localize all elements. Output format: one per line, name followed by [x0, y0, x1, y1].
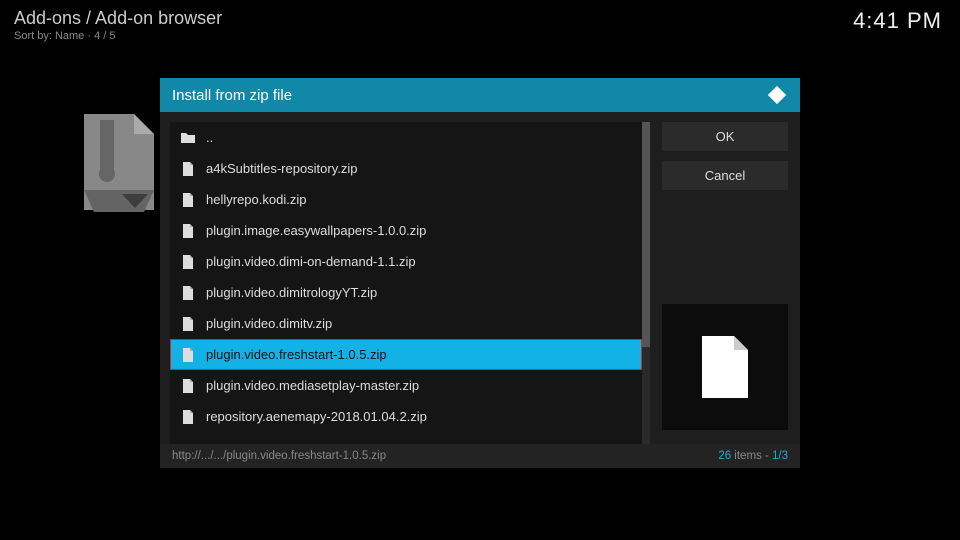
scrollbar[interactable] — [642, 122, 650, 444]
file-label: .. — [206, 130, 213, 145]
file-row[interactable]: plugin.video.mediasetplay-master.zip — [170, 370, 642, 401]
file-icon — [180, 347, 196, 363]
file-icon — [180, 161, 196, 177]
dialog-right-pane: OK Cancel — [650, 112, 800, 444]
file-list-pane: .. a4kSubtitles-repository.zip hellyrepo.k… — [170, 122, 650, 444]
dialog-body: .. a4kSubtitles-repository.zip hellyrepo.k… — [160, 112, 800, 444]
app-header: Add-ons / Add-on browser Sort by: Name ·… — [14, 8, 222, 42]
breadcrumb: Add-ons / Add-on browser — [14, 8, 222, 29]
file-row[interactable]: plugin.video.dimi-on-demand-1.1.zip — [170, 246, 642, 277]
file-preview — [662, 304, 788, 430]
parent-folder-row[interactable]: .. — [170, 122, 642, 153]
scrollbar-thumb[interactable] — [642, 122, 650, 347]
clock: 4:41 PM — [853, 8, 942, 34]
cancel-button[interactable]: Cancel — [662, 161, 788, 190]
file-row[interactable]: plugin.video.dimitrologyYT.zip — [170, 277, 642, 308]
status-count: 26 — [718, 450, 731, 462]
file-row[interactable]: plugin.image.easywallpapers-1.0.0.zip — [170, 215, 642, 246]
file-label: plugin.video.dimi-on-demand-1.1.zip — [206, 254, 416, 269]
zip-background-icon — [82, 112, 156, 212]
file-label: plugin.image.easywallpapers-1.0.0.zip — [206, 223, 426, 238]
file-list: .. a4kSubtitles-repository.zip hellyrepo.k… — [170, 122, 642, 432]
file-row[interactable]: a4kSubtitles-repository.zip — [170, 153, 642, 184]
file-row[interactable]: repository.aenemapy-2018.01.04.2.zip — [170, 401, 642, 432]
status-items-label: items - — [731, 450, 772, 462]
kodi-logo-icon — [766, 84, 788, 106]
file-label: hellyrepo.kodi.zip — [206, 192, 306, 207]
sort-info: Sort by: Name · 4 / 5 — [14, 30, 222, 42]
file-icon — [180, 285, 196, 301]
status-count-area: 26 items - 1/3 — [718, 450, 788, 462]
status-page: 1/3 — [772, 450, 788, 462]
file-label: plugin.video.freshstart-1.0.5.zip — [206, 347, 387, 362]
file-label: plugin.video.mediasetplay-master.zip — [206, 378, 419, 393]
status-bar: http://.../.../plugin.video.freshstart-1… — [160, 444, 800, 468]
file-label: plugin.video.dimitrologyYT.zip — [206, 285, 377, 300]
file-icon — [180, 409, 196, 425]
ok-button[interactable]: OK — [662, 122, 788, 151]
dialog-title: Install from zip file — [172, 87, 292, 104]
file-row[interactable]: plugin.video.dimitv.zip — [170, 308, 642, 339]
file-icon — [180, 254, 196, 270]
file-row[interactable]: plugin.video.freshstart-1.0.5.zip — [170, 339, 642, 370]
file-icon — [180, 316, 196, 332]
file-icon — [180, 192, 196, 208]
file-preview-icon — [698, 334, 752, 400]
file-row[interactable]: hellyrepo.kodi.zip — [170, 184, 642, 215]
folder-icon — [180, 130, 196, 146]
file-label: plugin.video.dimitv.zip — [206, 316, 332, 331]
file-label: a4kSubtitles-repository.zip — [206, 161, 358, 176]
file-icon — [180, 223, 196, 239]
file-label: repository.aenemapy-2018.01.04.2.zip — [206, 409, 427, 424]
install-zip-dialog: Install from zip file .. a4kSubtitles-rep… — [160, 78, 800, 468]
dialog-header: Install from zip file — [160, 78, 800, 112]
status-path: http://.../.../plugin.video.freshstart-1… — [172, 450, 386, 462]
file-icon — [180, 378, 196, 394]
